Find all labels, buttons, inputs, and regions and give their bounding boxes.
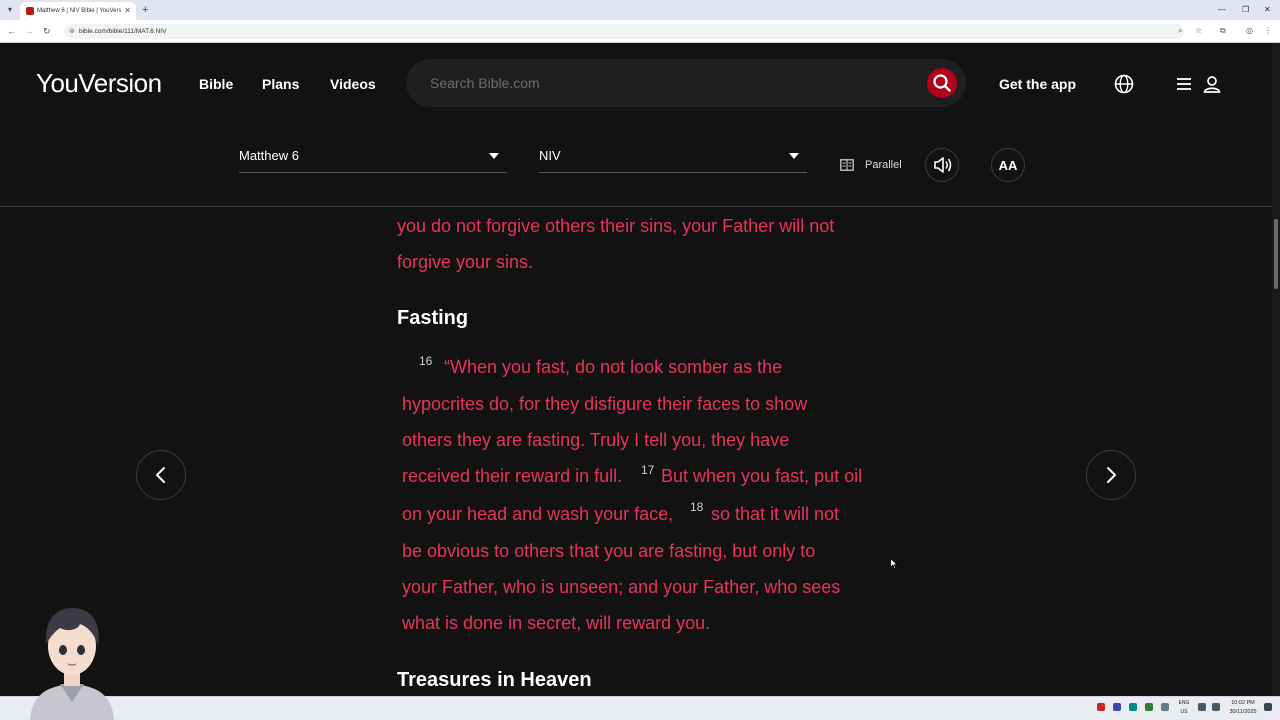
zoom-icon[interactable]: ⌕ (1178, 25, 1182, 37)
font-settings-button[interactable]: AA (991, 148, 1025, 182)
verse-16-text[interactable]: others they are fasting. Truly I tell yo… (402, 428, 789, 452)
verse-16-text[interactable]: hypocrites do, for they disfigure their … (402, 392, 807, 416)
verse-number-16: 16 (419, 354, 433, 368)
verse-number-18: 18 (690, 500, 704, 514)
network-icon[interactable] (1198, 703, 1206, 711)
tray-app-icon[interactable] (1129, 703, 1137, 711)
verse-17-text[interactable]: on your head and wash your face, (402, 502, 673, 526)
vtuber-avatar (30, 608, 114, 720)
chevron-down-icon (489, 153, 499, 159)
chevron-right-icon (1107, 467, 1116, 483)
verse-18-text[interactable]: be obvious to others that you are fastin… (402, 539, 815, 563)
speaker-icon (934, 157, 952, 173)
reader-controls: Matthew 6 NIV Parallel AA (0, 123, 1272, 207)
parallel-label: Parallel (865, 159, 902, 171)
tray-app-icon[interactable] (1113, 703, 1121, 711)
url-field[interactable]: ⊜ bible.com/bible/111/MAT.6.NIV (64, 24, 1184, 39)
microphone-icon[interactable] (1161, 703, 1169, 711)
clock-time: 10:02 PM (1231, 700, 1255, 706)
language-globe-icon[interactable] (1113, 73, 1135, 95)
profile-icon[interactable]: ◎ (1246, 25, 1253, 37)
tab-search-icon[interactable]: ▾ (4, 4, 16, 16)
chapter-content: you do not forgive others their sins, yo… (0, 207, 1272, 696)
tray-app-icon[interactable] (1145, 703, 1153, 711)
verse-16-text[interactable]: received their reward in full. (402, 464, 622, 488)
back-icon[interactable]: ← (7, 25, 16, 37)
version-value: NIV (539, 148, 561, 163)
volume-icon[interactable] (1212, 703, 1220, 711)
tab-close-icon[interactable]: ✕ (124, 5, 131, 17)
tray-app-icon[interactable] (1097, 703, 1105, 711)
restore-icon[interactable]: ❐ (1242, 3, 1249, 17)
search-icon (933, 74, 951, 92)
search-bar (406, 59, 966, 107)
font-size-label: AA (998, 158, 1018, 173)
nav-videos[interactable]: Videos (330, 75, 376, 93)
language-code: ENG (1178, 700, 1190, 706)
browser-menu-icon[interactable]: ⋮ (1264, 25, 1272, 37)
favicon-icon (26, 7, 34, 15)
version-select[interactable]: NIV (539, 143, 807, 173)
book-chapter-value: Matthew 6 (239, 148, 299, 163)
account-user-icon[interactable] (1201, 73, 1223, 95)
system-clock[interactable]: 10:02 PM 30/11/2025 (1226, 699, 1260, 717)
chevron-down-icon (789, 153, 799, 159)
browser-tab[interactable]: Matthew 6 | NIV Bible | YouVersi ✕ (20, 2, 136, 20)
notification-icon[interactable] (1264, 703, 1272, 711)
verse-number-17: 17 (641, 463, 655, 477)
verse-16-text[interactable]: “When you fast, do not look somber as th… (444, 355, 782, 379)
audio-button[interactable] (925, 148, 959, 182)
search-button[interactable] (927, 68, 957, 98)
url-text: bible.com/bible/111/MAT.6.NIV (79, 28, 167, 35)
extensions-icon[interactable]: ⧉ (1220, 25, 1226, 37)
search-input[interactable] (430, 71, 910, 95)
clock-date: 30/11/2025 (1229, 709, 1257, 715)
section-heading-treasures: Treasures in Heaven (397, 669, 592, 691)
tab-title: Matthew 6 | NIV Bible | YouVersi (37, 8, 121, 14)
hamburger-menu-icon[interactable] (1173, 73, 1195, 95)
next-chapter-button[interactable] (1086, 450, 1136, 500)
site-header: YouVersion Bible Plans Videos Get the ap… (0, 43, 1272, 123)
nav-plans[interactable]: Plans (262, 75, 299, 93)
verse-18-text[interactable]: so that it will not (711, 502, 839, 526)
windows-taskbar: ENG US 10:02 PM 30/11/2025 (0, 696, 1280, 720)
new-tab-icon[interactable]: + (142, 3, 148, 17)
youversion-logo[interactable]: YouVersion (36, 67, 162, 99)
verse-text-line: you do not forgive others their sins, yo… (397, 216, 835, 236)
mouse-cursor-icon (890, 558, 898, 570)
get-the-app-link[interactable]: Get the app (999, 75, 1076, 93)
window-close-icon[interactable]: ✕ (1264, 3, 1271, 17)
verse-18-text[interactable]: your Father, who is unseen; and your Fat… (402, 575, 840, 599)
chevron-left-icon (156, 467, 165, 483)
forward-icon[interactable]: → (25, 25, 34, 37)
site-info-icon[interactable]: ⊜ (69, 26, 75, 37)
page-scrollbar[interactable] (1272, 43, 1280, 696)
verse-17-text[interactable]: But when you fast, put oil (661, 464, 862, 488)
previous-chapter-button[interactable] (136, 450, 186, 500)
bookmark-star-icon[interactable]: ☆ (1195, 25, 1202, 37)
minimize-icon[interactable]: — (1218, 3, 1226, 17)
input-language-indicator[interactable]: ENG US (1176, 699, 1192, 717)
section-heading-fasting: Fasting (397, 307, 469, 329)
verse-18-text[interactable]: what is done in secret, will reward you. (402, 611, 710, 635)
reload-icon[interactable]: ↻ (43, 25, 51, 37)
nav-bible[interactable]: Bible (199, 75, 233, 93)
browser-address-bar: ← → ↻ ⊜ bible.com/bible/111/MAT.6.NIV ⌕ … (0, 20, 1280, 43)
scrollbar-thumb[interactable] (1274, 219, 1278, 289)
region-code: US (1180, 709, 1188, 715)
browser-tab-bar: ▾ Matthew 6 | NIV Bible | YouVersi ✕ + —… (0, 0, 1280, 20)
verse-text-line: forgive your sins. (397, 252, 534, 272)
book-chapter-select[interactable]: Matthew 6 (239, 143, 507, 173)
parallel-columns-icon (840, 159, 854, 171)
